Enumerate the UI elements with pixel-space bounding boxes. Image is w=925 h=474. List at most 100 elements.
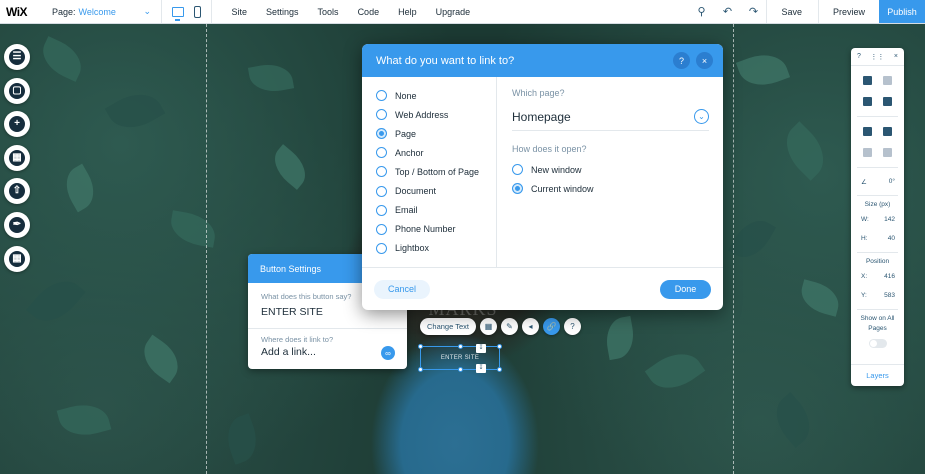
link-option-page[interactable]: Page	[362, 124, 496, 143]
open-option-new-window[interactable]: New window	[512, 160, 709, 179]
button-link-section: Where does it link to? Add a link... ∞	[248, 329, 407, 369]
radio-button[interactable]	[376, 223, 387, 235]
add-icon: +	[9, 116, 25, 133]
radio-button-selected[interactable]	[376, 128, 387, 140]
radio-button-selected[interactable]	[512, 183, 523, 194]
resize-handle[interactable]	[418, 344, 423, 349]
link-option-phone[interactable]: Phone Number	[362, 220, 496, 239]
app-market-button[interactable]: ▦	[4, 144, 30, 171]
paste-icon[interactable]	[883, 76, 893, 85]
open-option-current-window[interactable]: Current window	[512, 179, 709, 198]
store-icon: ▦	[9, 250, 25, 267]
link-icon[interactable]: ∞	[381, 346, 395, 360]
show-all-pages-toggle[interactable]	[868, 339, 887, 348]
link-option-top-bottom[interactable]: Top / Bottom of Page	[362, 162, 496, 181]
blog-button[interactable]: ✒	[4, 211, 30, 238]
radio-button[interactable]	[376, 242, 387, 254]
send-backward-icon[interactable]	[883, 127, 893, 136]
stretch-icon[interactable]: ↧	[476, 344, 486, 353]
width-value[interactable]: 142	[884, 216, 895, 223]
undo-icon[interactable]: ↶	[714, 5, 740, 18]
save-button[interactable]: Save	[766, 0, 818, 23]
delete-icon[interactable]	[883, 97, 893, 106]
link-type-options: None Web Address Page Anchor Top / Botto…	[362, 77, 497, 267]
copy-icon[interactable]	[862, 76, 872, 85]
radio-button[interactable]	[376, 90, 387, 102]
leaf-decoration	[57, 163, 103, 213]
option-label: Email	[395, 205, 418, 216]
x-value[interactable]: 416	[884, 273, 895, 280]
upload-button[interactable]: ⇧	[4, 178, 30, 205]
drag-handle-icon[interactable]: ⋮⋮	[870, 53, 884, 61]
drag-down-icon[interactable]: ↧	[476, 364, 486, 373]
page-dropdown[interactable]: Homepage ⌄	[512, 103, 709, 131]
pages-icon: ☰	[9, 49, 25, 65]
y-value[interactable]: 583	[884, 292, 895, 299]
chevron-down-icon[interactable]: ⌄	[694, 109, 709, 124]
add-button[interactable]: +	[4, 111, 30, 138]
link-option-email[interactable]: Email	[362, 201, 496, 220]
menu-item-tools[interactable]: Tools	[308, 7, 348, 17]
store-button[interactable]: ▦	[4, 245, 30, 272]
radio-button[interactable]	[376, 109, 387, 121]
top-bar: WiX Page: Welcome ⌄ Site Settings Tools …	[0, 0, 925, 24]
wix-logo: WiX	[6, 4, 28, 19]
resize-handle[interactable]	[418, 367, 423, 372]
radio-button[interactable]	[376, 204, 387, 216]
layers-button[interactable]: Layers	[851, 364, 904, 386]
pen-icon[interactable]: ✎	[500, 318, 518, 335]
resize-handle[interactable]	[458, 344, 463, 349]
button-link-input[interactable]: Add a link...	[261, 346, 394, 358]
panel-help-icon[interactable]: ?	[857, 53, 861, 60]
selected-button-element[interactable]: ENTER SITE ↧ ↧	[418, 344, 502, 373]
link-icon[interactable]: 🔗	[542, 318, 560, 335]
menu-item-upgrade[interactable]: Upgrade	[426, 7, 480, 17]
redo-icon[interactable]: ↷	[740, 5, 766, 18]
zoom-icon[interactable]: ⚲	[688, 5, 714, 18]
radio-button[interactable]	[376, 147, 387, 159]
radio-button[interactable]	[376, 185, 387, 197]
menu-item-settings[interactable]: Settings	[257, 7, 309, 17]
change-text-button[interactable]: Change Text	[420, 318, 476, 335]
link-dialog: What do you want to link to? ? × None We…	[362, 44, 723, 310]
publish-button[interactable]: Publish	[879, 0, 925, 23]
menu-item-site[interactable]: Site	[222, 7, 257, 17]
height-value[interactable]: 40	[888, 235, 895, 242]
background-button[interactable]: ▢	[4, 77, 30, 104]
preview-button[interactable]: Preview	[817, 0, 879, 23]
link-option-anchor[interactable]: Anchor	[362, 143, 496, 162]
design-icon[interactable]: ▦	[479, 318, 497, 335]
duplicate-icon[interactable]	[862, 97, 872, 106]
dialog-help-button[interactable]: ?	[673, 52, 690, 69]
radio-button[interactable]	[376, 166, 387, 178]
align-icon[interactable]	[862, 148, 872, 157]
dialog-close-button[interactable]: ×	[696, 52, 713, 69]
canvas-button-label: ENTER SITE	[440, 355, 480, 361]
page-selector[interactable]: Page: Welcome ⌄	[40, 0, 162, 23]
mobile-icon[interactable]	[194, 5, 201, 18]
radio-button[interactable]	[512, 164, 523, 175]
link-option-none[interactable]: None	[362, 86, 496, 105]
resize-handle[interactable]	[497, 344, 502, 349]
panel-close-icon[interactable]: ×	[894, 53, 898, 60]
resize-handle[interactable]	[458, 367, 463, 372]
menu-item-code[interactable]: Code	[348, 7, 389, 17]
pages-button[interactable]: ☰	[4, 44, 30, 70]
link-option-lightbox[interactable]: Lightbox	[362, 239, 496, 258]
resize-handle[interactable]	[497, 367, 502, 372]
cancel-button[interactable]: Cancel	[374, 279, 430, 299]
animation-icon[interactable]: ◂	[521, 318, 539, 335]
distribute-icon[interactable]	[883, 148, 893, 157]
rotation-value[interactable]: 0°	[889, 178, 895, 185]
left-sidebar: ☰ ▢ + ▦ ⇧ ✒ ▦	[4, 44, 32, 279]
menu-item-help[interactable]: Help	[389, 7, 427, 17]
done-button[interactable]: Done	[660, 279, 711, 299]
leaf-decoration	[266, 144, 314, 190]
help-icon[interactable]: ?	[563, 318, 581, 335]
link-option-document[interactable]: Document	[362, 181, 496, 200]
leaf-decoration	[728, 212, 776, 266]
bring-forward-icon[interactable]	[862, 127, 872, 136]
desktop-icon[interactable]	[172, 6, 184, 21]
link-option-web-address[interactable]: Web Address	[362, 105, 496, 124]
leaf-decoration	[735, 47, 791, 93]
